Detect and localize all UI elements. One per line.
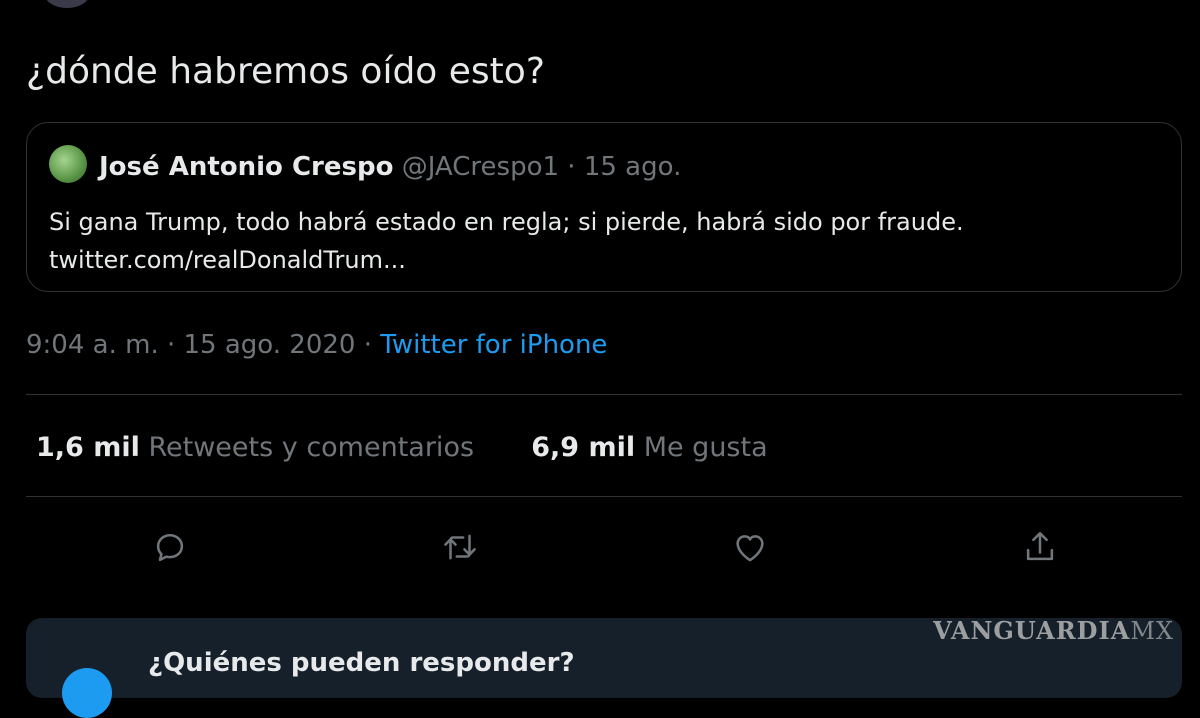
watermark-suffix: MX (1130, 617, 1174, 645)
retweet-button[interactable] (438, 525, 482, 569)
quoted-tweet-date: 15 ago. (583, 152, 682, 182)
watermark-brand: VANGUARDIA (933, 616, 1131, 645)
quoted-tweet-link: twitter.com/realDonaldTrum... (49, 246, 406, 274)
quoted-author-avatar (49, 145, 87, 183)
tweet-source-link[interactable]: Twitter for iPhone (380, 330, 607, 360)
reply-button[interactable] (148, 525, 192, 569)
quoted-tweet-text: Si gana Trump, todo habrá estado en regl… (49, 208, 964, 236)
likes-label: Me gusta (643, 432, 768, 463)
meta-separator: · (166, 330, 176, 360)
tweet-stats: 1,6 mil Retweets y comentarios 6,9 mil M… (36, 430, 768, 466)
retweets-count: 1,6 mil (36, 432, 140, 463)
mention-icon (62, 668, 112, 718)
author-avatar[interactable] (44, 0, 90, 8)
divider (26, 496, 1182, 497)
reply-icon (156, 534, 184, 562)
quoted-separator: · (567, 152, 576, 182)
retweets-stat[interactable]: 1,6 mil Retweets y comentarios (36, 432, 483, 463)
tweet-text: ¿dónde habremos oído esto? (26, 51, 545, 92)
watermark-logo: VANGUARDIAMX (933, 616, 1174, 645)
share-icon (1026, 531, 1054, 561)
retweets-label: Retweets y comentarios (148, 432, 475, 463)
tweet-date: 15 ago. 2020 (183, 330, 356, 360)
divider (26, 394, 1182, 395)
reply-permissions-heading: ¿Quiénes pueden responder? (148, 648, 575, 678)
likes-count: 6,9 mil (531, 432, 636, 463)
tweet-time: 9:04 a. m. (26, 330, 159, 360)
tweet-meta: 9:04 a. m. · 15 ago. 2020 · Twitter for … (26, 328, 607, 362)
quoted-tweet-card[interactable]: José Antonio Crespo @JACrespo1 · 15 ago.… (26, 122, 1182, 292)
like-icon (736, 535, 764, 562)
like-button[interactable] (728, 525, 772, 569)
likes-stat[interactable]: 6,9 mil Me gusta (531, 432, 767, 463)
meta-separator: · (363, 330, 372, 360)
quoted-tweet-body: Si gana Trump, todo habrá estado en regl… (49, 203, 964, 279)
retweet-icon (444, 534, 476, 560)
quoted-tweet-header: José Antonio Crespo @JACrespo1 · 15 ago. (99, 151, 681, 183)
share-button[interactable] (1018, 525, 1062, 569)
quoted-author-name: José Antonio Crespo (99, 152, 394, 182)
quoted-author-handle: @JACrespo1 (401, 152, 560, 182)
